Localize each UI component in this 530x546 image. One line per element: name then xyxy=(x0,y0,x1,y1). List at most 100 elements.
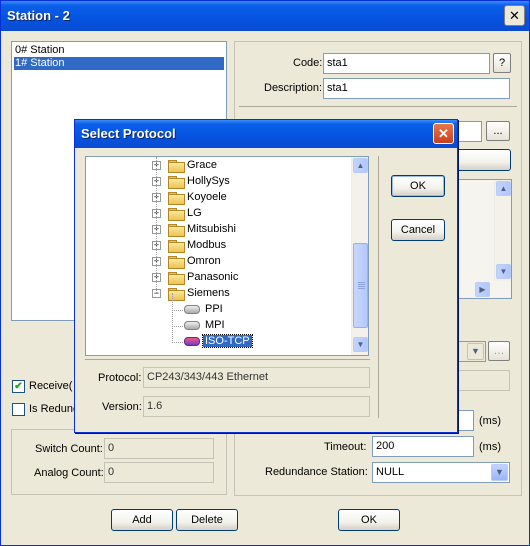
tree-item-label: Omron xyxy=(187,255,221,267)
tree-item-folder[interactable]: + HollySys xyxy=(86,174,348,190)
tree-item-label: MPI xyxy=(205,319,225,331)
dialog-cancel-button[interactable]: Cancel xyxy=(391,219,445,241)
tree-item-folder[interactable]: − Siemens xyxy=(86,286,348,302)
tree-item-label: Koyoele xyxy=(187,191,227,203)
folder-icon xyxy=(168,176,185,189)
tree-item-label: Modbus xyxy=(187,239,227,251)
timeout-unit: (ms) xyxy=(479,441,501,453)
tree-item-protocol[interactable]: MPI xyxy=(86,318,348,334)
tree-item-label: LG xyxy=(187,207,202,219)
receive-checkbox-label: Receive( xyxy=(29,380,73,392)
protocol-tree[interactable]: ISO-TCP MPI PPI − Siemens + Panasonic + Omron + Mo… xyxy=(85,156,369,356)
timeout-label: Timeout: xyxy=(324,441,367,453)
tree-item-label: Siemens xyxy=(187,287,230,299)
tree-item-label: Panasonic xyxy=(187,271,239,283)
dialog-close-button[interactable]: ✕ xyxy=(433,123,454,144)
scroll-up-icon[interactable]: ▲ xyxy=(496,181,511,196)
scroll-down-icon[interactable]: ▼ xyxy=(353,337,368,352)
parameter-list-partial[interactable]: ▲ ▼ ▶ xyxy=(456,179,512,299)
dialog-ok-button[interactable]: OK xyxy=(391,175,445,197)
window-title: Station - 2 xyxy=(7,8,70,23)
code-label: Code: xyxy=(293,57,323,69)
version-field: 1.6 xyxy=(143,396,370,417)
tree-item-folder[interactable]: + Modbus xyxy=(86,238,348,254)
station-list-item-selected[interactable]: 1# Station xyxy=(14,57,224,70)
ok-button[interactable]: OK xyxy=(338,509,400,531)
tree-guide-line xyxy=(172,342,183,343)
close-icon: ✕ xyxy=(509,8,520,23)
tree-guide-line xyxy=(172,326,183,327)
scroll-up-icon[interactable]: ▲ xyxy=(353,158,368,173)
analog-count-field: 0 xyxy=(104,462,214,483)
station-window: Station - 2 ✕ 0# Station 1# Station Code… xyxy=(0,0,530,546)
folder-icon xyxy=(168,256,185,269)
tree-item-label: HollySys xyxy=(187,175,230,187)
dialog-titlebar[interactable]: Select Protocol ✕ xyxy=(75,120,457,148)
protocol-field: CP243/343/443 Ethernet xyxy=(143,367,370,388)
redundant-checkbox-label: Is Redunc xyxy=(29,403,79,415)
protocol-icon xyxy=(184,337,200,346)
station-list-item[interactable]: 0# Station xyxy=(14,44,224,57)
scroll-down-icon[interactable]: ▼ xyxy=(496,264,511,279)
dialog-title: Select Protocol xyxy=(81,126,176,141)
delete-button[interactable]: Delete xyxy=(176,509,238,531)
timeout-field[interactable]: 200 xyxy=(372,436,474,457)
redundance-station-label: Redundance Station: xyxy=(265,466,368,478)
folder-icon xyxy=(168,192,185,205)
tree-guide-line xyxy=(156,157,157,293)
add-button[interactable]: Add xyxy=(111,509,173,531)
analog-count-label: Analog Count: xyxy=(34,467,104,479)
folder-icon xyxy=(168,224,185,237)
interval-field-partial[interactable] xyxy=(456,410,474,431)
tree-item-folder[interactable]: + Mitsubishi xyxy=(86,222,348,238)
tree-item-label-selected: ISO-TCP xyxy=(202,334,253,348)
protocol-field-partial[interactable] xyxy=(456,121,482,142)
chevron-down-icon: ▼ xyxy=(467,343,484,360)
tree-item-protocol[interactable]: ISO-TCP xyxy=(86,334,348,350)
browse-button[interactable]: ... xyxy=(486,121,510,141)
interval-unit: (ms) xyxy=(479,415,501,427)
select-protocol-dialog: Select Protocol ✕ ISO-TCP MPI PPI − Siemens +… xyxy=(74,119,458,433)
redundance-station-select[interactable]: NULL ▼ xyxy=(372,462,510,483)
redundant-checkbox[interactable] xyxy=(12,403,25,416)
folder-icon xyxy=(168,208,185,221)
version-label: Version: xyxy=(102,401,142,413)
tree-item-label: PPI xyxy=(205,303,223,315)
receive-checkbox[interactable]: ✔ xyxy=(12,380,25,393)
close-icon: ✕ xyxy=(438,126,449,141)
tree-scrollbar[interactable]: ▲ ▼ xyxy=(351,157,368,355)
tree-item-protocol[interactable]: PPI xyxy=(86,302,348,318)
help-icon: ? xyxy=(498,57,506,69)
code-field[interactable]: sta1 xyxy=(323,53,490,74)
folder-icon xyxy=(168,272,185,285)
description-label: Description: xyxy=(264,82,323,94)
tree-item-folder[interactable]: + LG xyxy=(86,206,348,222)
tree-item-folder[interactable]: + Koyoele xyxy=(86,190,348,206)
switch-count-label: Switch Count: xyxy=(35,443,103,455)
chevron-down-icon[interactable]: ▼ xyxy=(491,464,508,481)
help-button[interactable]: ? xyxy=(493,53,511,73)
readonly-field-partial xyxy=(456,370,510,391)
tree-guide-line xyxy=(172,310,183,311)
redundance-station-value: NULL xyxy=(376,466,405,478)
scroll-thumb[interactable] xyxy=(353,243,368,328)
dialog-divider xyxy=(85,359,370,360)
switch-count-field: 0 xyxy=(104,438,214,459)
folder-icon xyxy=(168,160,185,173)
dialog-vertical-divider xyxy=(378,156,379,418)
tree-item-folder[interactable]: + Omron xyxy=(86,254,348,270)
protocol-icon xyxy=(184,305,200,314)
vertical-scrollbar[interactable]: ▲ ▼ xyxy=(494,180,511,281)
folder-open-icon xyxy=(168,288,185,301)
hidden-button-partial[interactable] xyxy=(456,149,511,171)
scroll-right-icon[interactable]: ▶ xyxy=(475,282,490,297)
tree-item-folder[interactable]: + Grace xyxy=(86,158,348,174)
tree-guide-line xyxy=(172,293,173,341)
ellipsis-icon: ... xyxy=(493,125,503,137)
tree-item-label: Mitsubishi xyxy=(187,223,236,235)
description-field[interactable]: sta1 xyxy=(323,78,510,99)
window-close-button[interactable]: ✕ xyxy=(504,5,525,26)
protocol-icon xyxy=(184,321,200,330)
tree-item-folder[interactable]: + Panasonic xyxy=(86,270,348,286)
window-titlebar[interactable]: Station - 2 ✕ xyxy=(1,1,529,31)
